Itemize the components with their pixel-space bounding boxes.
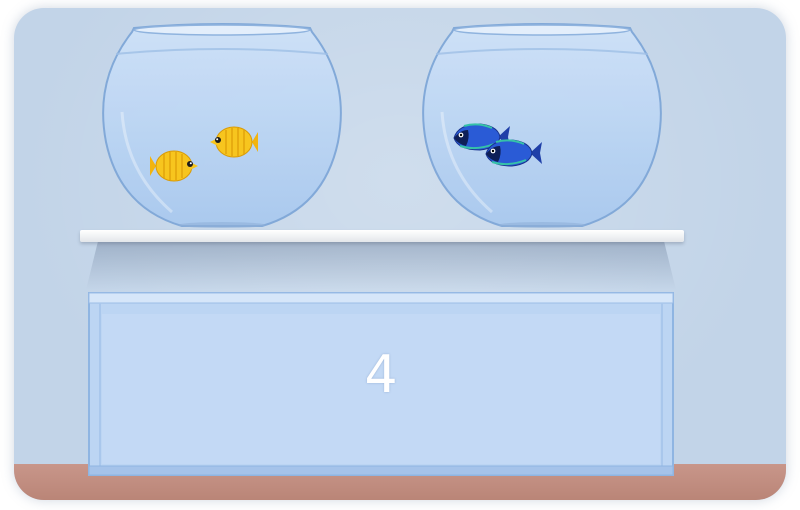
aquarium-scene: 4: [0, 0, 800, 510]
yellow-fish-icon: [150, 150, 198, 182]
blue-fish-icon: [485, 139, 542, 167]
fishbowl-right[interactable]: [422, 22, 662, 230]
yellow-fish-icon: [210, 126, 258, 158]
shelf-shadow: [86, 242, 676, 290]
answer-tank[interactable]: 4: [88, 292, 674, 476]
tank-number: 4: [364, 345, 398, 405]
fishbowl-left[interactable]: [102, 22, 342, 230]
shelf: [80, 230, 684, 242]
